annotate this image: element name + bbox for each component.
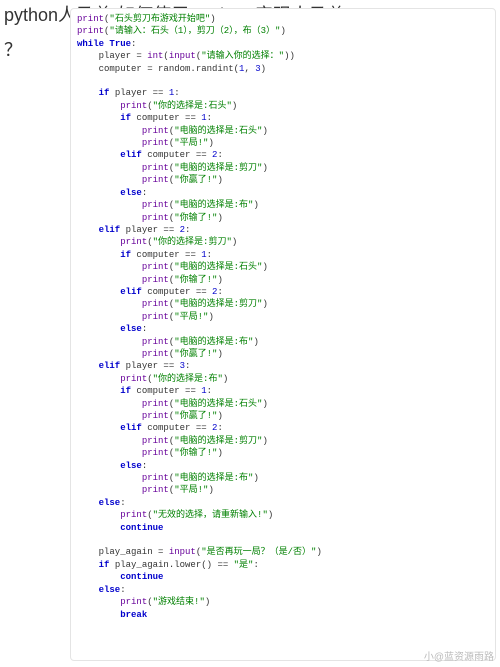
code-line: print("你赢了!") — [77, 410, 489, 422]
code-line: else: — [77, 323, 489, 335]
code-line: else: — [77, 497, 489, 509]
code-line: print("你赢了!") — [77, 174, 489, 186]
code-line: print("电脑的选择是:石头") — [77, 125, 489, 137]
code-line: else: — [77, 460, 489, 472]
code-line: print("电脑的选择是:布") — [77, 472, 489, 484]
code-line: print("你的选择是:布") — [77, 373, 489, 385]
code-line: print("电脑的选择是:石头") — [77, 398, 489, 410]
code-line: break — [77, 609, 489, 621]
code-line: if computer == 1: — [77, 249, 489, 261]
code-line: continue — [77, 522, 489, 534]
code-line: else: — [77, 187, 489, 199]
code-line: elif computer == 2: — [77, 286, 489, 298]
code-line: elif player == 3: — [77, 360, 489, 372]
code-line: print("电脑的选择是:剪刀") — [77, 298, 489, 310]
code-line: elif computer == 2: — [77, 422, 489, 434]
code-line: print("平局!") — [77, 137, 489, 149]
code-block: print("石头剪刀布游戏开始吧")print("请输入：石头（1），剪刀（2… — [77, 13, 489, 621]
code-line: print("你输了!") — [77, 274, 489, 286]
code-line: print("请输入：石头（1），剪刀（2），布（3）") — [77, 25, 489, 37]
code-line: print("平局!") — [77, 311, 489, 323]
code-line: computer = random.randint(1, 3) — [77, 63, 489, 75]
watermark: 小@蓝资源雨路 — [424, 648, 494, 663]
code-line: print("你赢了!") — [77, 348, 489, 360]
code-line: print("你的选择是:石头") — [77, 100, 489, 112]
code-line: if computer == 1: — [77, 385, 489, 397]
code-line: continue — [77, 571, 489, 583]
code-line: play_again = input("是否再玩一局？（是/否）") — [77, 546, 489, 558]
code-line: print("游戏结束!") — [77, 596, 489, 608]
code-line: if play_again.lower() == "是": — [77, 559, 489, 571]
code-line: print("电脑的选择是:剪刀") — [77, 162, 489, 174]
code-line: elif player == 2: — [77, 224, 489, 236]
code-line: print("电脑的选择是:剪刀") — [77, 435, 489, 447]
code-line: print("电脑的选择是:石头") — [77, 261, 489, 273]
code-line: print("电脑的选择是:布") — [77, 336, 489, 348]
code-line: print("石头剪刀布游戏开始吧") — [77, 13, 489, 25]
code-line: print("你输了!") — [77, 447, 489, 459]
code-line — [77, 75, 489, 87]
title-question-mark: ？ — [4, 36, 22, 62]
code-line: elif computer == 2: — [77, 149, 489, 161]
code-panel: print("石头剪刀布游戏开始吧")print("请输入：石头（1），剪刀（2… — [70, 8, 496, 661]
code-line: player = int(input("请输入你的选择：")) — [77, 50, 489, 62]
code-line: while True: — [77, 38, 489, 50]
code-line: print("电脑的选择是:布") — [77, 199, 489, 211]
code-line: print("你的选择是:剪刀") — [77, 236, 489, 248]
code-line: print("你输了!") — [77, 212, 489, 224]
code-line: if computer == 1: — [77, 112, 489, 124]
code-line: else: — [77, 584, 489, 596]
code-line — [77, 534, 489, 546]
code-line: print("无效的选择，请重新输入!") — [77, 509, 489, 521]
code-line: print("平局!") — [77, 484, 489, 496]
code-line: if player == 1: — [77, 87, 489, 99]
